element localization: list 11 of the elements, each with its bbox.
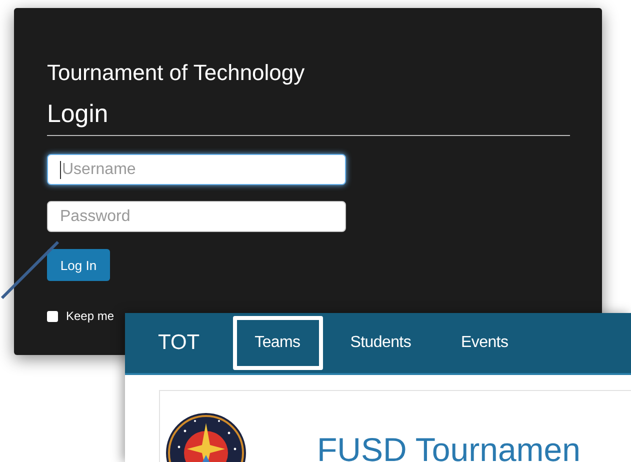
remember-checkbox[interactable]	[47, 310, 58, 322]
login-heading: Login	[47, 100, 570, 136]
nav-link[interactable]: Students	[328, 316, 434, 370]
remember-label: Keep me	[66, 309, 114, 323]
brand-link[interactable]: TOT	[158, 331, 200, 355]
site-title: Tournament of Technology	[47, 60, 305, 86]
nav-link[interactable]: Events	[439, 316, 532, 370]
callout-line	[0, 240, 60, 300]
login-button[interactable]: Log In	[47, 249, 110, 281]
page-heading: FUSD Tournamen	[317, 431, 581, 462]
nav-link[interactable]: Teams	[232, 316, 324, 370]
